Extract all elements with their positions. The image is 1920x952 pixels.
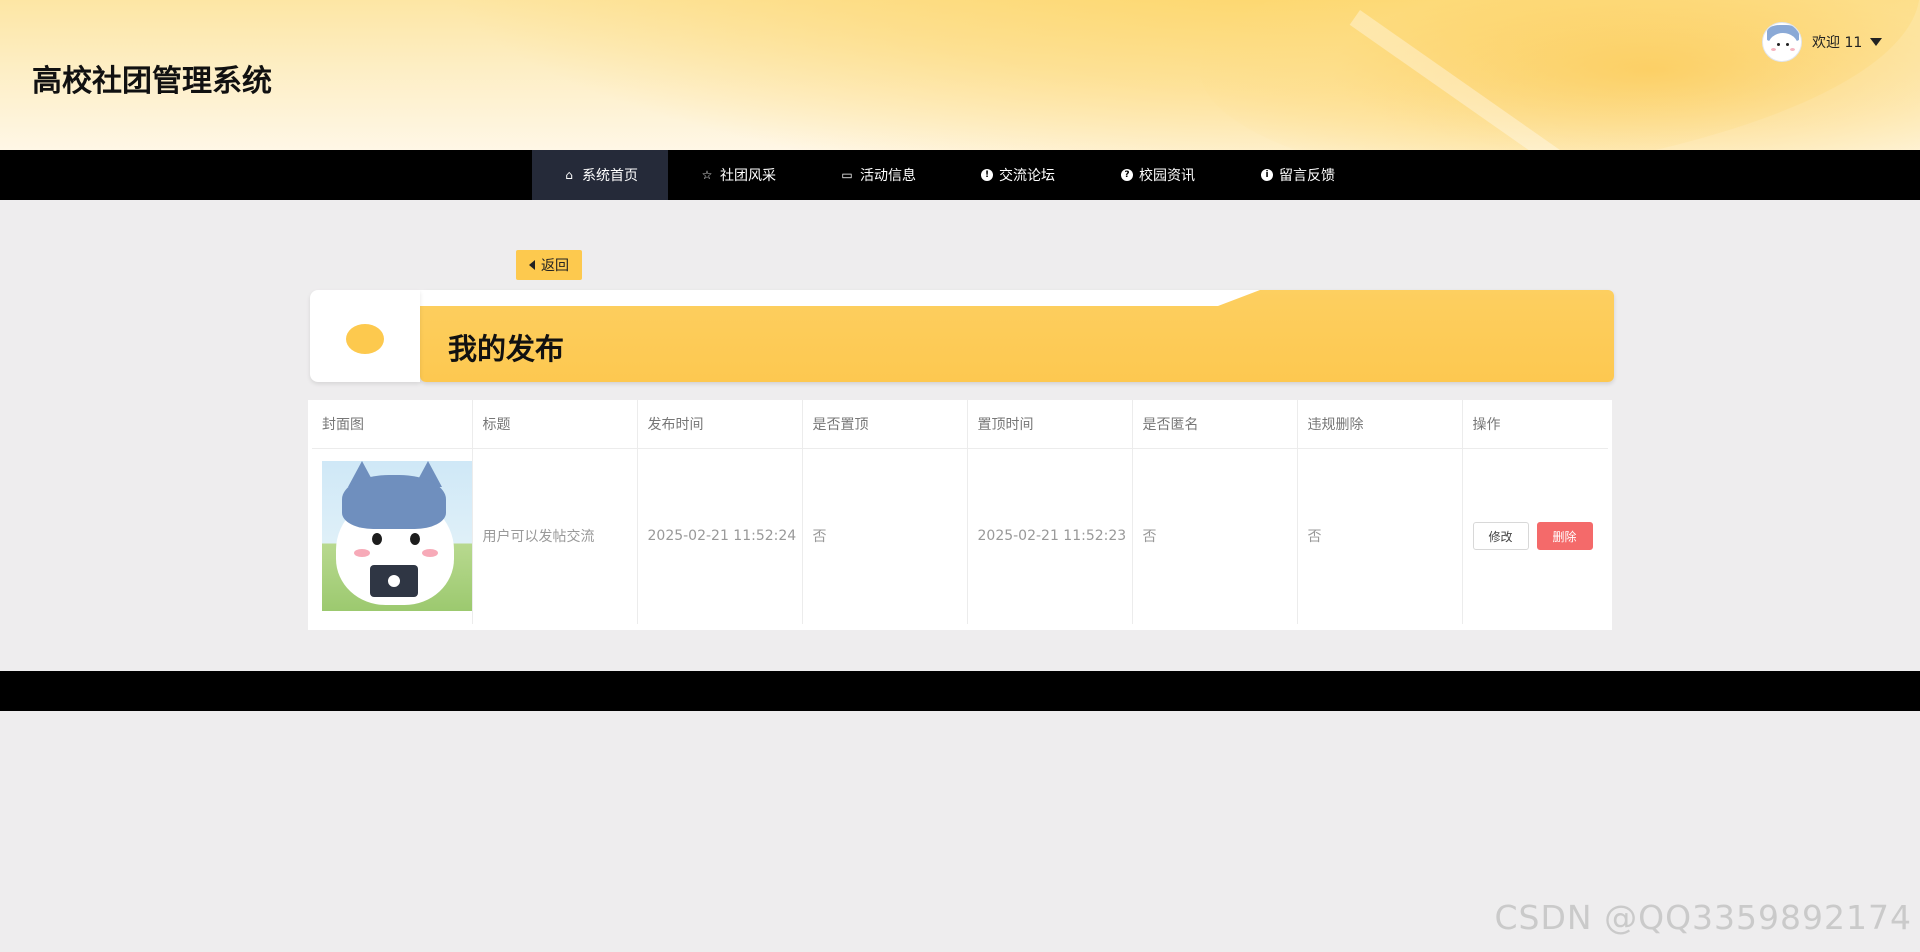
actions-cell: 修改 删除 <box>1462 448 1608 624</box>
nav-item-label: 系统首页 <box>582 168 638 184</box>
home-icon: ⌂ <box>565 168 573 182</box>
user-menu[interactable]: 欢迎 11 <box>1762 22 1883 62</box>
section-icon-box <box>310 290 420 382</box>
table-header-row: 封面图 标题 发布时间 是否置顶 置顶时间 是否匿名 违规删除 操作 <box>312 400 1608 449</box>
back-button[interactable]: 返回 <box>516 250 582 280</box>
column-header: 发布时间 <box>637 400 803 449</box>
bag-icon: ▭ <box>841 168 853 182</box>
nav-item-label: 活动信息 <box>860 168 916 184</box>
nav-item-label: 留言反馈 <box>1279 168 1335 184</box>
caret-down-icon[interactable] <box>1870 38 1883 46</box>
nav-item-label: 社团风采 <box>720 168 776 184</box>
exclamation-icon: ! <box>981 169 993 181</box>
violation-deleted: 否 <box>1297 448 1463 624</box>
footer-bar <box>0 671 1920 711</box>
column-header: 是否置顶 <box>802 400 968 449</box>
nav-item-1[interactable]: ☆ 社团风采 <box>668 150 808 200</box>
column-header: 置顶时间 <box>967 400 1133 449</box>
star-icon: ☆ <box>701 168 713 182</box>
main-nav: ⌂ 系统首页 ☆ 社团风采 ▭ 活动信息! 交流论坛? 校园资讯 i 留言反馈 <box>0 150 1920 200</box>
back-button-label: 返回 <box>541 258 569 274</box>
cat-camera-image <box>322 461 472 612</box>
my-posts-table: 封面图 标题 发布时间 是否置顶 置顶时间 是否匿名 违规删除 操作 用户可以发… <box>308 400 1612 630</box>
welcome-text[interactable]: 欢迎 11 <box>1812 32 1862 52</box>
top-time: 2025-02-21 11:52:23 <box>967 448 1133 624</box>
nav-item-3[interactable]: ! 交流论坛 <box>948 150 1088 200</box>
column-header: 封面图 <box>312 400 473 449</box>
publish-time: 2025-02-21 11:52:24 <box>637 448 803 624</box>
cover-cell <box>312 448 473 624</box>
watermark: CSDN @QQ3359892174 <box>1494 898 1912 937</box>
column-header: 是否匿名 <box>1132 400 1298 449</box>
column-header: 违规删除 <box>1297 400 1463 449</box>
section-header: 我的发布 <box>310 290 1614 384</box>
info-icon: i <box>1261 169 1273 181</box>
page-title: 我的发布 <box>448 332 565 366</box>
delete-button[interactable]: 删除 <box>1536 522 1593 551</box>
column-header: 标题 <box>472 400 638 449</box>
nav-item-label: 校园资讯 <box>1139 168 1195 184</box>
header-banner: 高校社团管理系统 欢迎 11 <box>0 0 1920 150</box>
sun-icon <box>346 324 384 354</box>
site-title: 高校社团管理系统 <box>32 64 272 99</box>
table-row: 用户可以发帖交流 2025-02-21 11:52:24 否 2025-02-2… <box>312 448 1608 624</box>
nav-item-0[interactable]: ⌂ 系统首页 <box>532 150 668 200</box>
nav-item-2[interactable]: ▭ 活动信息 <box>808 150 948 200</box>
nav-item-5[interactable]: i 留言反馈 <box>1228 150 1368 200</box>
caret-left-icon <box>529 260 535 270</box>
edit-button[interactable]: 修改 <box>1472 522 1529 551</box>
is-anonymous: 否 <box>1132 448 1298 624</box>
cat-avatar-icon[interactable] <box>1762 22 1802 62</box>
question-icon: ? <box>1121 169 1133 181</box>
column-header: 操作 <box>1462 400 1608 449</box>
post-title: 用户可以发帖交流 <box>472 448 638 624</box>
nav-item-4[interactable]: ? 校园资讯 <box>1088 150 1228 200</box>
nav-item-label: 交流论坛 <box>999 168 1055 184</box>
is-top: 否 <box>802 448 968 624</box>
